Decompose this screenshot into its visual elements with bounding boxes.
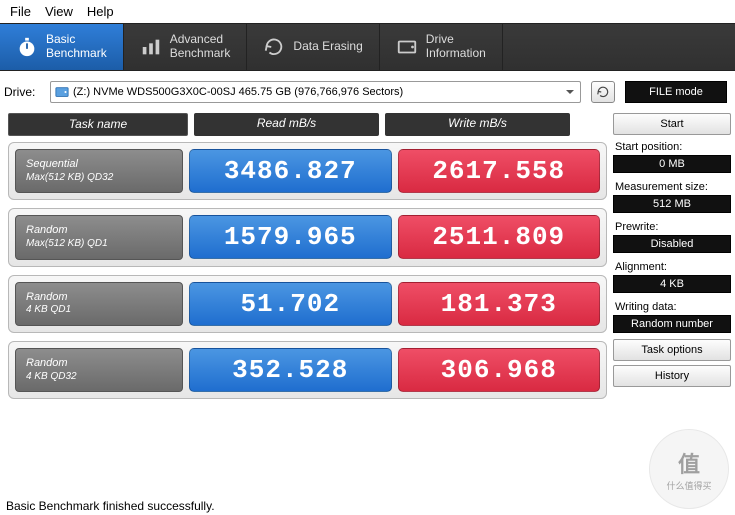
task-cell[interactable]: SequentialMax(512 KB) QD32	[15, 149, 183, 193]
watermark: 值 什么值得买	[649, 429, 729, 509]
tab-drive-information-label: DriveInformation	[426, 33, 486, 61]
write-value: 181.373	[398, 282, 601, 326]
header-write: Write mB/s	[385, 113, 570, 136]
menu-help[interactable]: Help	[87, 4, 114, 19]
write-value: 306.968	[398, 348, 601, 392]
start-position-value[interactable]: 0 MB	[613, 155, 731, 173]
drive-label: Drive:	[4, 85, 40, 99]
benchmark-row: Random4 KB QD151.702181.373	[8, 275, 607, 333]
menu-file[interactable]: File	[10, 4, 31, 19]
task-subtitle: Max(512 KB) QD32	[26, 172, 172, 185]
start-button[interactable]: Start	[613, 113, 731, 135]
file-mode-button[interactable]: FILE mode	[625, 81, 727, 103]
tab-drive-information[interactable]: DriveInformation	[380, 24, 503, 70]
erase-icon	[263, 36, 285, 58]
stopwatch-icon	[16, 36, 38, 58]
task-options-button[interactable]: Task options	[613, 339, 731, 361]
task-subtitle: Max(512 KB) QD1	[26, 238, 172, 251]
measurement-size-label: Measurement size:	[613, 179, 731, 195]
watermark-big: 值	[678, 447, 700, 479]
tab-advanced-benchmark-label: AdvancedBenchmark	[170, 33, 231, 61]
task-subtitle: 4 KB QD1	[26, 304, 172, 317]
benchmark-row: SequentialMax(512 KB) QD323486.8272617.5…	[8, 142, 607, 200]
disk-icon	[55, 85, 69, 99]
tab-basic-benchmark-label: BasicBenchmark	[46, 33, 107, 61]
status-text: Basic Benchmark finished successfully.	[6, 499, 215, 513]
drive-select[interactable]: (Z:) NVMe WDS500G3X0C-00SJ 465.75 GB (97…	[50, 81, 581, 103]
read-value: 3486.827	[189, 149, 392, 193]
alignment-label: Alignment:	[613, 259, 731, 275]
menu-view[interactable]: View	[45, 4, 73, 19]
refresh-button[interactable]	[591, 81, 615, 103]
read-value: 1579.965	[189, 215, 392, 259]
watermark-small: 什么值得买	[666, 479, 711, 492]
drive-selected-text: (Z:) NVMe WDS500G3X0C-00SJ 465.75 GB (97…	[73, 86, 403, 98]
bars-icon	[140, 36, 162, 58]
refresh-icon	[596, 85, 610, 99]
tab-advanced-benchmark[interactable]: AdvancedBenchmark	[124, 24, 248, 70]
tab-basic-benchmark[interactable]: BasicBenchmark	[0, 24, 124, 70]
task-cell[interactable]: Random4 KB QD1	[15, 282, 183, 326]
benchmark-row: RandomMax(512 KB) QD11579.9652511.809	[8, 208, 607, 266]
task-title: Random	[26, 291, 172, 305]
writing-data-value[interactable]: Random number	[613, 315, 731, 333]
history-button[interactable]: History	[613, 365, 731, 387]
prewrite-label: Prewrite:	[613, 219, 731, 235]
header-read: Read mB/s	[194, 113, 379, 136]
prewrite-value[interactable]: Disabled	[613, 235, 731, 253]
drive-icon	[396, 36, 418, 58]
read-value: 352.528	[189, 348, 392, 392]
tab-data-erasing[interactable]: Data Erasing	[247, 24, 379, 70]
write-value: 2617.558	[398, 149, 601, 193]
header-task-name: Task name	[8, 113, 188, 136]
task-title: Random	[26, 224, 172, 238]
tab-data-erasing-label: Data Erasing	[293, 40, 362, 54]
task-cell[interactable]: Random4 KB QD32	[15, 348, 183, 392]
writing-data-label: Writing data:	[613, 299, 731, 315]
measurement-size-value[interactable]: 512 MB	[613, 195, 731, 213]
task-title: Sequential	[26, 158, 172, 172]
alignment-value[interactable]: 4 KB	[613, 275, 731, 293]
task-title: Random	[26, 357, 172, 371]
write-value: 2511.809	[398, 215, 601, 259]
task-cell[interactable]: RandomMax(512 KB) QD1	[15, 215, 183, 259]
read-value: 51.702	[189, 282, 392, 326]
task-subtitle: 4 KB QD32	[26, 371, 172, 384]
start-position-label: Start position:	[613, 139, 731, 155]
benchmark-row: Random4 KB QD32352.528306.968	[8, 341, 607, 399]
